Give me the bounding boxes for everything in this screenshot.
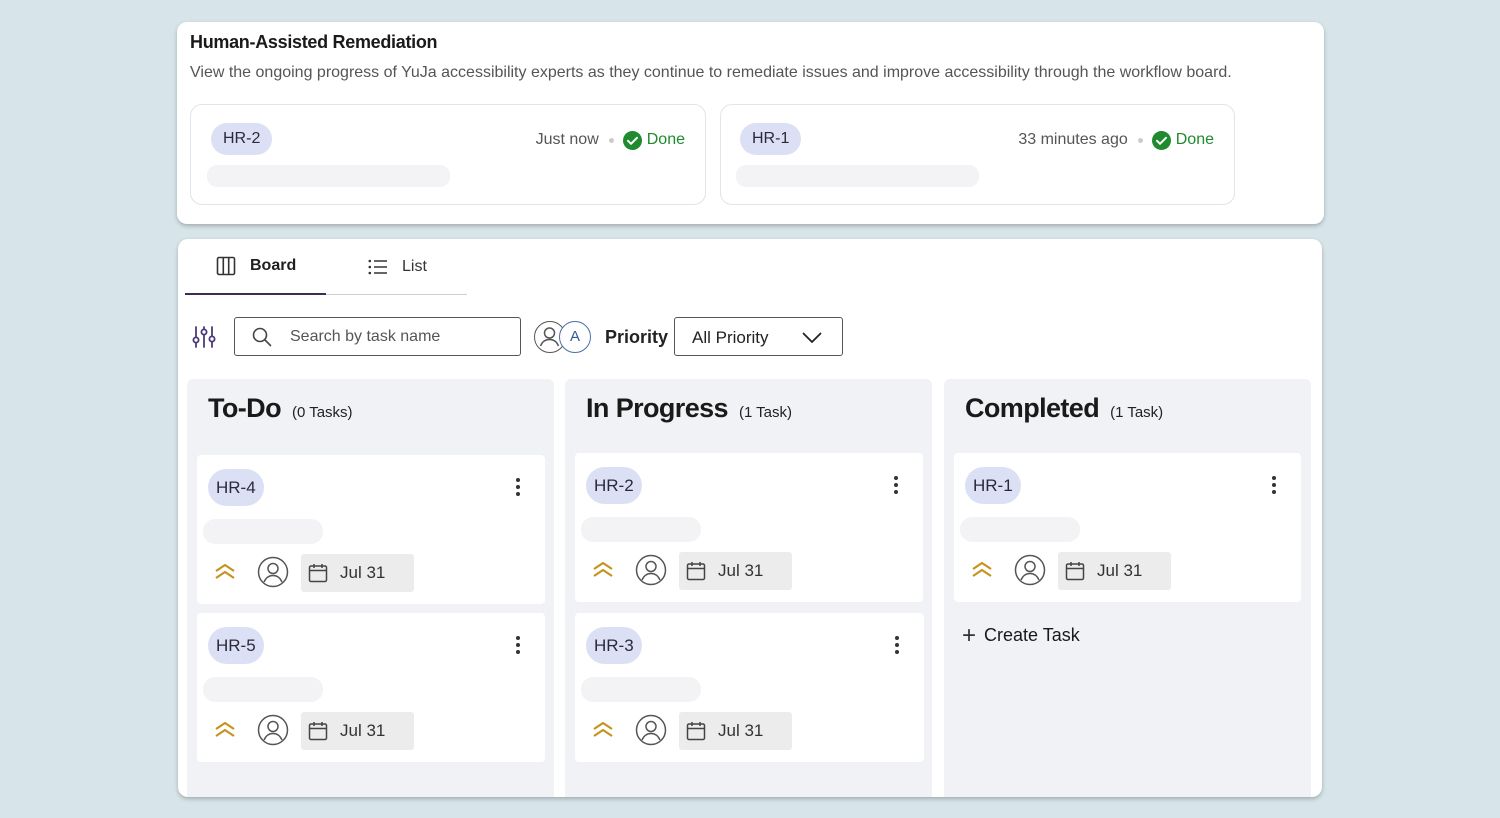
due-date: Jul 31 xyxy=(718,561,764,580)
separator-dot xyxy=(608,137,614,143)
search-input[interactable] xyxy=(290,318,510,355)
check-circle-icon xyxy=(622,130,642,150)
task-id-chip: HR-2 xyxy=(211,123,273,155)
list-icon xyxy=(368,259,388,275)
update-meta: 33 minutes ago Done xyxy=(1018,129,1214,151)
separator-dot xyxy=(1137,137,1143,143)
tab-board[interactable]: Board xyxy=(185,239,326,295)
chevrons-up-icon xyxy=(971,561,993,582)
remediation-panel: Human-Assisted Remediation View the ongo… xyxy=(177,22,1324,224)
task-card[interactable]: HR-3 Jul 31 xyxy=(575,613,924,762)
kebab-icon[interactable] xyxy=(893,475,899,500)
column-count: (0 Tasks) xyxy=(291,404,353,421)
update-meta: Just now Done xyxy=(536,129,685,151)
priority-label: Priority xyxy=(605,327,669,347)
update-time: Just now xyxy=(535,131,599,148)
column-in-progress: In Progress (1 Task) HR-2 Jul 31 HR-3 Ju… xyxy=(565,379,932,797)
remediation-description: View the ongoing progress of YuJa access… xyxy=(190,64,1232,81)
task-id-chip: HR-5 xyxy=(208,627,264,664)
create-task-button[interactable]: + Create Task xyxy=(962,621,1080,649)
due-date: Jul 31 xyxy=(340,563,386,582)
task-card[interactable]: HR-4 Jul 31 xyxy=(197,455,545,604)
kebab-icon[interactable] xyxy=(894,635,900,660)
kebab-icon[interactable] xyxy=(515,477,521,502)
columns-icon xyxy=(216,256,236,276)
chevrons-up-icon xyxy=(592,561,614,582)
loading-placeholder xyxy=(736,165,979,187)
user-circle-icon[interactable] xyxy=(635,714,667,751)
due-date-chip[interactable]: Jul 31 xyxy=(301,554,414,592)
loading-placeholder xyxy=(203,677,323,702)
create-task-label: Create Task xyxy=(984,625,1080,645)
calendar-icon xyxy=(308,721,328,741)
user-circle-icon[interactable] xyxy=(257,714,289,751)
status-label: Done xyxy=(646,131,685,148)
sliders-icon[interactable] xyxy=(192,325,216,354)
column-header: Completed (1 Task) xyxy=(965,393,1163,424)
chevrons-up-icon xyxy=(592,721,614,742)
user-circle-icon[interactable] xyxy=(257,556,289,593)
task-id-chip: HR-1 xyxy=(740,123,802,155)
search-icon xyxy=(252,327,272,352)
task-card[interactable]: HR-1 Jul 31 xyxy=(954,453,1301,602)
due-date: Jul 31 xyxy=(718,721,764,740)
priority-selected-value: All Priority xyxy=(692,328,769,347)
column-header: To-Do (0 Tasks) xyxy=(208,393,353,424)
task-id-chip: HR-1 xyxy=(965,467,1021,504)
column-count: (1 Task) xyxy=(738,404,793,421)
column-title: Completed xyxy=(965,393,1100,423)
status-label: Done xyxy=(1175,131,1214,148)
calendar-icon xyxy=(1065,561,1085,581)
plus-icon: + xyxy=(962,621,977,649)
calendar-icon xyxy=(686,721,706,741)
loading-placeholder xyxy=(207,165,450,187)
due-date-chip[interactable]: Jul 31 xyxy=(679,712,792,750)
due-date-chip[interactable]: Jul 31 xyxy=(301,712,414,750)
column-title: In Progress xyxy=(586,393,729,423)
remediation-title: Human-Assisted Remediation xyxy=(190,32,438,52)
update-time: 33 minutes ago xyxy=(1018,131,1128,148)
task-id-chip: HR-3 xyxy=(586,627,642,664)
search-field[interactable] xyxy=(234,317,521,356)
user-circle-icon[interactable] xyxy=(635,554,667,591)
kebab-icon[interactable] xyxy=(515,635,521,660)
calendar-icon xyxy=(686,561,706,581)
due-date-chip[interactable]: Jul 31 xyxy=(679,552,792,590)
chevrons-up-icon xyxy=(214,721,236,742)
column-count: (1 Task) xyxy=(1110,404,1164,421)
user-circle-icon[interactable] xyxy=(1014,554,1046,591)
column-header: In Progress (1 Task) xyxy=(586,393,792,424)
column-completed: Completed (1 Task) HR-1 Jul 31 + Create … xyxy=(944,379,1311,797)
tab-list-label: List xyxy=(402,257,427,275)
priority-dropdown[interactable]: All Priority xyxy=(674,317,843,356)
loading-placeholder xyxy=(581,677,701,702)
task-id-chip: HR-4 xyxy=(208,469,264,506)
chevron-down-icon xyxy=(802,331,822,349)
chevrons-up-icon xyxy=(214,563,236,584)
loading-placeholder xyxy=(203,519,323,544)
kebab-icon[interactable] xyxy=(1271,475,1277,500)
due-date: Jul 31 xyxy=(340,721,386,740)
due-date: Jul 31 xyxy=(1097,561,1143,580)
due-date-chip[interactable]: Jul 31 xyxy=(1058,552,1171,590)
task-card[interactable]: HR-2 Jul 31 xyxy=(575,453,923,602)
task-card[interactable]: HR-5 Jul 31 xyxy=(197,613,545,762)
task-id-chip: HR-2 xyxy=(586,467,642,504)
tab-board-label: Board xyxy=(250,257,297,274)
board-panel: Board List A Priority All Priority To-Do… xyxy=(178,239,1322,797)
loading-placeholder xyxy=(960,517,1080,542)
update-card[interactable]: HR-2 Just now Done xyxy=(190,104,706,205)
column-title: To-Do xyxy=(208,393,282,423)
calendar-icon xyxy=(308,563,328,583)
tab-list[interactable]: List xyxy=(326,239,467,295)
avatar[interactable]: A xyxy=(559,321,591,353)
check-circle-icon xyxy=(1151,130,1171,150)
update-card[interactable]: HR-1 33 minutes ago Done xyxy=(720,104,1235,205)
column-todo: To-Do (0 Tasks) HR-4 Jul 31 HR-5 Jul 31 xyxy=(187,379,554,797)
loading-placeholder xyxy=(581,517,701,542)
